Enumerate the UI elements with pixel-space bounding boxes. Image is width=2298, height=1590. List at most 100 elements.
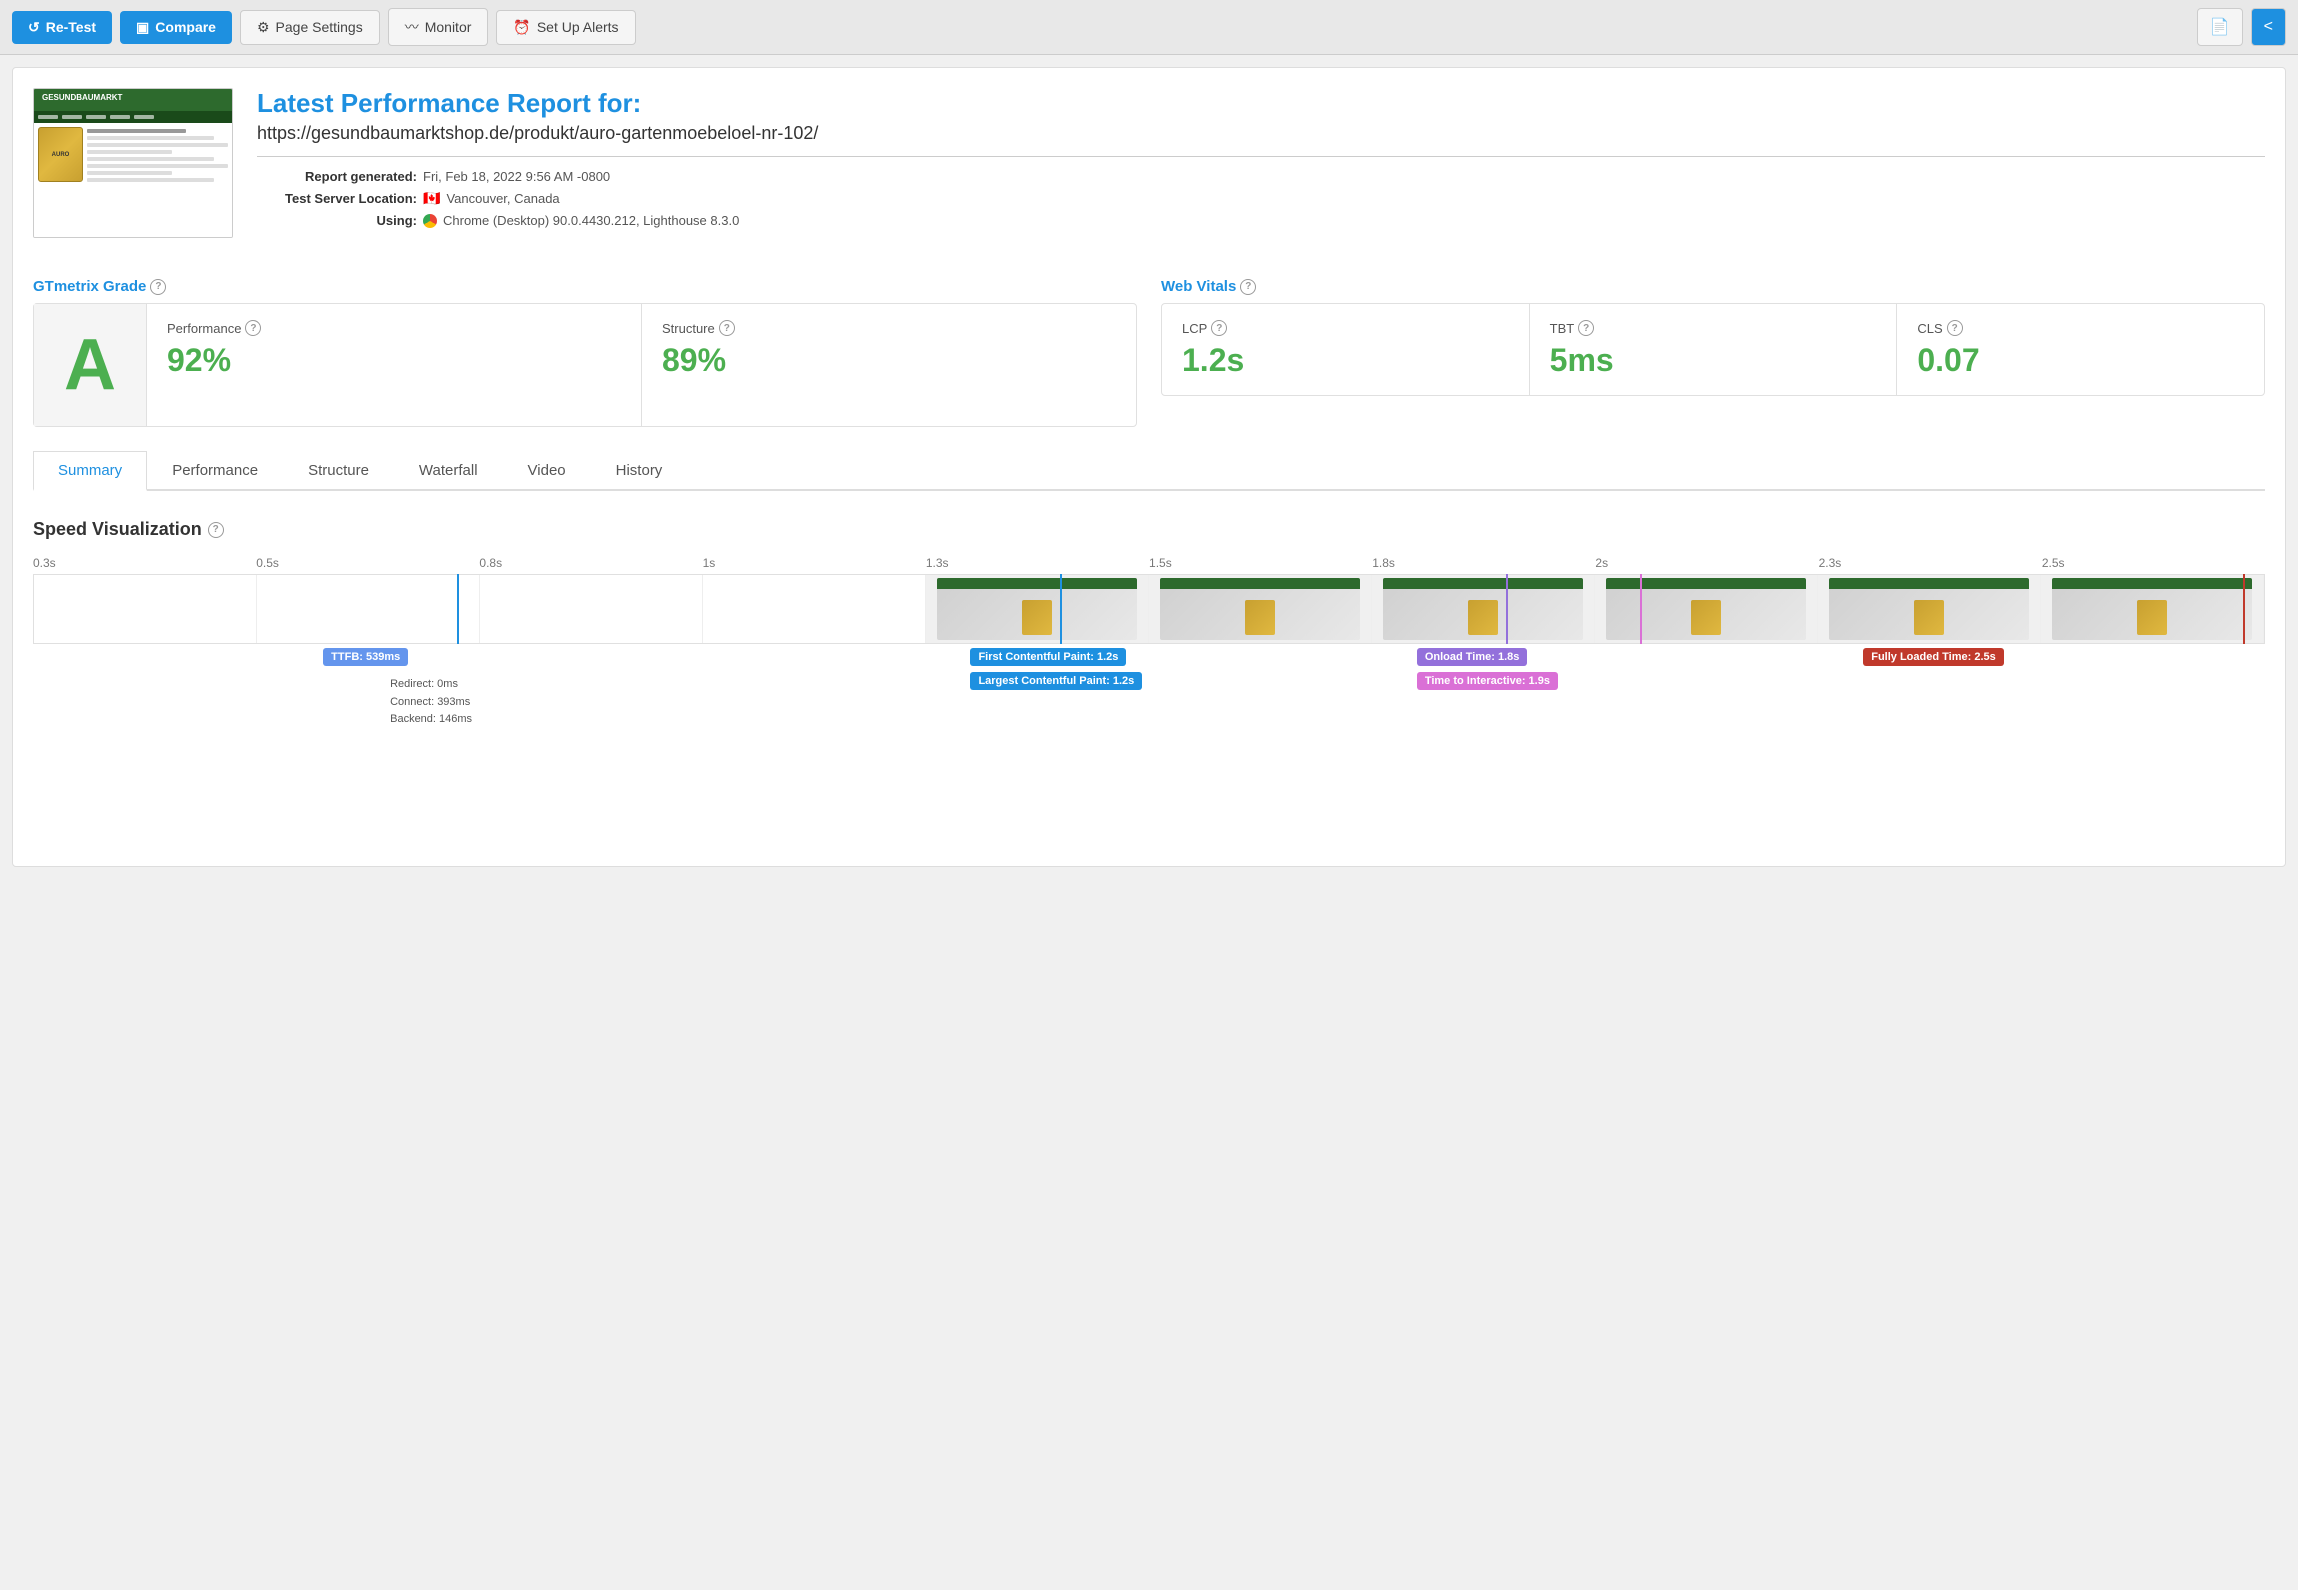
share-button[interactable]: < <box>2251 8 2286 46</box>
tab-summary[interactable]: Summary <box>33 451 147 491</box>
report-meta: Report generated: Fri, Feb 18, 2022 9:56… <box>257 169 2265 228</box>
frame-8 <box>1818 575 2041 643</box>
using-label: Using: <box>257 213 417 228</box>
fully-vline <box>2243 574 2245 644</box>
structure-value: 89% <box>662 342 1116 379</box>
gtmetrix-grade-box: GTmetrix Grade ? A Performance ? 92% <box>33 278 1137 427</box>
speed-viz-help-icon[interactable]: ? <box>208 522 224 538</box>
annotations-area: TTFB: 539ms Redirect: 0msConnect: 393msB… <box>33 648 2265 758</box>
frame-5 <box>1149 575 1372 643</box>
generated-label: Report generated: <box>257 169 417 184</box>
structure-label: Structure ? <box>662 320 1116 336</box>
share-icon: < <box>2264 18 2273 35</box>
server-label: Test Server Location: <box>257 191 417 206</box>
ruler-6: 1.8s <box>1372 556 1595 570</box>
cls-metric: CLS ? 0.07 <box>1897 304 2264 395</box>
tab-structure[interactable]: Structure <box>283 451 394 491</box>
web-vitals-help-icon[interactable]: ? <box>1240 279 1256 295</box>
grade-metrics: Performance ? 92% Structure ? 89% <box>147 304 1136 426</box>
timeline-container: 0.3s 0.5s 0.8s 1s 1.3s 1.5s 1.8s 2s 2.3s… <box>33 556 2265 838</box>
ruler-8: 2.3s <box>1819 556 2042 570</box>
cls-value: 0.07 <box>1917 342 2244 379</box>
tabs-section: Summary Performance Structure Waterfall … <box>33 451 2265 491</box>
report-url: https://gesundbaumarktshop.de/produkt/au… <box>257 123 2265 157</box>
vitals-card: LCP ? 1.2s TBT ? 5ms CLS ? <box>1161 303 2265 396</box>
compare-button[interactable]: ▣ Compare <box>120 11 232 44</box>
compare-label: Compare <box>155 19 216 35</box>
ttfb-annotation: TTFB: 539ms <box>323 648 408 666</box>
speed-section: Speed Visualization ? 0.3s 0.5s 0.8s 1s … <box>33 511 2265 846</box>
timeline-ruler: 0.3s 0.5s 0.8s 1s 1.3s 1.5s 1.8s 2s 2.3s… <box>33 556 2265 570</box>
frame-0 <box>34 575 257 643</box>
alerts-button[interactable]: ⏰ Set Up Alerts <box>496 10 635 45</box>
fcp-vline <box>1060 574 1062 644</box>
monitor-button[interactable]: 〰 Monitor <box>388 8 489 46</box>
lcp-label: Largest Contentful Paint: 1.2s <box>978 675 1134 687</box>
report-header: GESUNDBAUMARKT AURO <box>33 88 2265 254</box>
tti-vline <box>1640 574 1642 644</box>
speed-title: Speed Visualization ? <box>33 519 2265 540</box>
chrome-icon <box>423 214 437 228</box>
lcp-value: 1.2s <box>1182 342 1509 379</box>
tti-label: Time to Interactive: 1.9s <box>1425 675 1550 687</box>
pdf-button[interactable]: 📄 <box>2197 8 2243 46</box>
page-settings-button[interactable]: ⚙ Page Settings <box>240 10 380 45</box>
tbt-help-icon[interactable]: ? <box>1578 320 1594 336</box>
gtmetrix-grade-title: GTmetrix Grade ? <box>33 278 1137 295</box>
toolbar: ↺ Re-Test ▣ Compare ⚙ Page Settings 〰 Mo… <box>0 0 2298 55</box>
tab-performance[interactable]: Performance <box>147 451 283 491</box>
timeline-frames <box>33 574 2265 644</box>
alerts-label: Set Up Alerts <box>537 19 619 35</box>
onload-annotation: Onload Time: 1.8s <box>1417 648 1528 666</box>
ruler-3: 1s <box>703 556 926 570</box>
generated-value: Fri, Feb 18, 2022 9:56 AM -0800 <box>423 169 610 184</box>
retest-button[interactable]: ↺ Re-Test <box>12 11 112 44</box>
frame-1 <box>257 575 480 643</box>
ttfb-label: TTFB: 539ms <box>331 651 400 663</box>
ttfb-vline <box>457 574 459 644</box>
ruler-5: 1.5s <box>1149 556 1372 570</box>
frame-4 <box>926 575 1149 643</box>
grade-card: A Performance ? 92% Structure ? <box>33 303 1137 427</box>
onload-label: Onload Time: 1.8s <box>1425 651 1520 663</box>
using-value: Chrome (Desktop) 90.0.4430.212, Lighthou… <box>443 213 739 228</box>
gtmetrix-help-icon[interactable]: ? <box>150 279 166 295</box>
fully-annotation: Fully Loaded Time: 2.5s <box>1863 648 2004 666</box>
meta-generated: Report generated: Fri, Feb 18, 2022 9:56… <box>257 169 2265 184</box>
monitor-label: Monitor <box>425 19 472 35</box>
retest-label: Re-Test <box>46 19 96 35</box>
gear-icon: ⚙ <box>257 19 270 36</box>
frame-2 <box>480 575 703 643</box>
frame-9 <box>2041 575 2264 643</box>
performance-help-icon[interactable]: ? <box>245 320 261 336</box>
tab-waterfall[interactable]: Waterfall <box>394 451 503 491</box>
frame-3 <box>703 575 926 643</box>
onload-vline <box>1506 574 1508 644</box>
ruler-7: 2s <box>1595 556 1818 570</box>
main-content: GESUNDBAUMARKT AURO <box>12 67 2286 867</box>
monitor-icon: 〰 <box>405 17 419 37</box>
ruler-2: 0.8s <box>479 556 702 570</box>
structure-help-icon[interactable]: ? <box>719 320 735 336</box>
lcp-metric: LCP ? 1.2s <box>1162 304 1530 395</box>
screenshot-nav <box>34 111 232 123</box>
fcp-label: First Contentful Paint: 1.2s <box>978 651 1118 663</box>
report-title: Latest Performance Report for: <box>257 88 2265 119</box>
tbt-metric: TBT ? 5ms <box>1530 304 1898 395</box>
ruler-9: 2.5s <box>2042 556 2265 570</box>
lcp-help-icon[interactable]: ? <box>1211 320 1227 336</box>
grade-letter: A <box>34 304 147 426</box>
fcp-annotation: First Contentful Paint: 1.2s <box>970 648 1126 666</box>
ttfb-detail: Redirect: 0msConnect: 393msBackend: 146m… <box>390 676 472 729</box>
frame-7 <box>1595 575 1818 643</box>
tab-history[interactable]: History <box>591 451 688 491</box>
performance-metric: Performance ? 92% <box>147 304 642 426</box>
tti-annotation: Time to Interactive: 1.9s <box>1417 672 1558 690</box>
report-info: Latest Performance Report for: https://g… <box>257 88 2265 228</box>
tbt-value: 5ms <box>1550 342 1877 379</box>
retest-icon: ↺ <box>28 19 40 36</box>
tab-video[interactable]: Video <box>503 451 591 491</box>
ruler-1: 0.5s <box>256 556 479 570</box>
compare-icon: ▣ <box>136 19 149 36</box>
cls-help-icon[interactable]: ? <box>1947 320 1963 336</box>
